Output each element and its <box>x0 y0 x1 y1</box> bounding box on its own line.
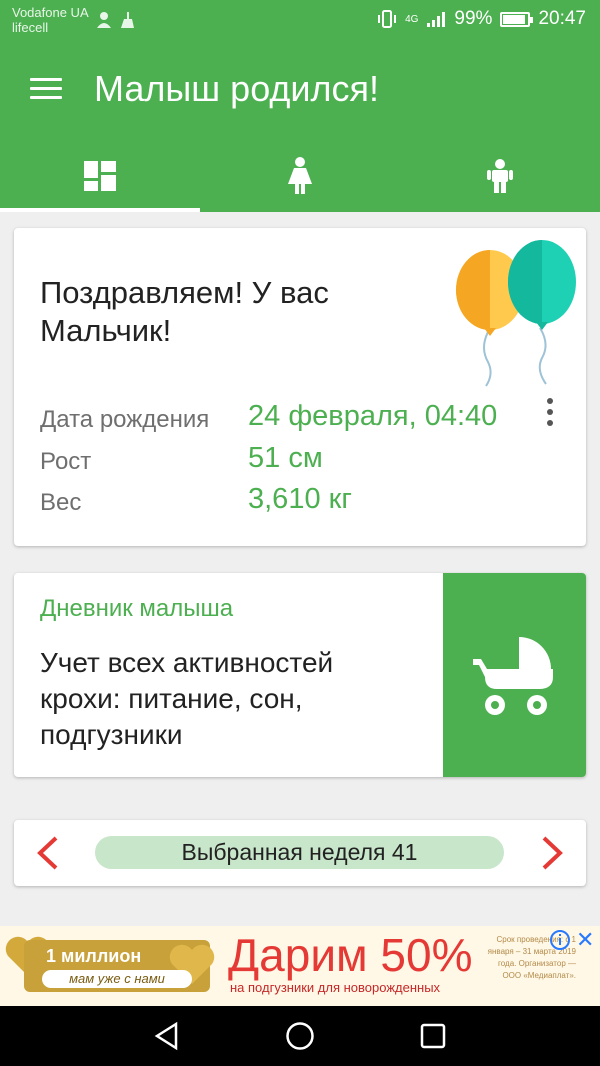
diary-title: Дневник малыша <box>40 595 234 622</box>
selected-week-label[interactable]: Выбранная неделя 41 <box>95 836 504 869</box>
diary-description: Учет всех активностей крохи: питание, со… <box>40 647 334 750</box>
back-icon[interactable] <box>152 1021 182 1051</box>
tab-girl[interactable] <box>200 140 400 212</box>
height-label: Рост <box>40 448 92 475</box>
height-value: 51 см <box>248 442 323 474</box>
birth-date-label: Дата рождения <box>40 406 210 433</box>
tab-boy[interactable] <box>400 140 600 212</box>
ad-million-text: 1 миллион <box>46 946 142 966</box>
ad-moms-text: мам уже с нами <box>42 970 192 988</box>
carrier-name-1: Vodafone UA <box>12 5 89 20</box>
system-nav-bar <box>0 1006 600 1066</box>
status-bar: Vodafone UA lifecell 4G 99% 20:47 <box>0 0 600 40</box>
page-title: Малыш родился! <box>94 68 380 109</box>
cleaner-icon <box>121 12 134 28</box>
menu-icon[interactable] <box>30 78 62 100</box>
boy-icon <box>487 159 513 193</box>
girl-icon <box>288 157 312 194</box>
recents-icon[interactable] <box>418 1021 448 1051</box>
ad-subtitle: на подгузники для новорожденных <box>230 980 441 995</box>
stroller-icon <box>473 637 553 715</box>
more-options-icon[interactable] <box>542 398 558 432</box>
status-right: 4G 99% 20:47 <box>377 8 586 30</box>
battery-icon <box>500 11 534 27</box>
signal-icon <box>427 12 446 27</box>
ad-headline: Дарим 50% <box>228 929 473 981</box>
notification-person-icon <box>97 12 111 28</box>
weight-label: Вес <box>40 489 82 516</box>
network-type: 4G <box>405 13 419 25</box>
balloons-icon <box>456 240 576 387</box>
app-bar: Малыш родился! <box>0 40 600 212</box>
chevron-left-icon[interactable] <box>34 836 64 870</box>
week-selector: Выбранная неделя 41 <box>14 820 586 886</box>
birth-info-card: Поздравляем! У вас Мальчик! Дата рождени… <box>14 228 586 546</box>
tab-dashboard[interactable] <box>0 140 200 212</box>
ad-info-icon[interactable] <box>550 930 570 950</box>
baby-diary-card[interactable]: Дневник малыша Учет всех активностей кро… <box>14 573 586 777</box>
vibrate-icon <box>378 10 397 28</box>
carrier-info: Vodafone UA lifecell <box>12 5 89 35</box>
chevron-right-icon[interactable] <box>536 836 566 870</box>
weight-value: 3,610 кг <box>248 483 352 515</box>
diary-icon-panel[interactable] <box>443 573 586 777</box>
dashboard-icon <box>84 161 116 191</box>
ad-close-icon[interactable]: ✕ <box>576 929 594 951</box>
ad-banner[interactable]: 1 миллион мам уже с нами Дарим 50% на по… <box>0 926 600 1006</box>
carrier-name-2: lifecell <box>12 20 49 35</box>
battery-percent: 99% <box>454 8 493 29</box>
notification-icons <box>96 11 136 29</box>
home-icon[interactable] <box>285 1021 315 1051</box>
tab-bar <box>0 140 600 212</box>
clock: 20:47 <box>538 8 586 29</box>
birth-date-value: 24 февраля, 04:40 <box>248 400 498 432</box>
congrats-text: Поздравляем! У вас Мальчик! <box>40 275 329 348</box>
